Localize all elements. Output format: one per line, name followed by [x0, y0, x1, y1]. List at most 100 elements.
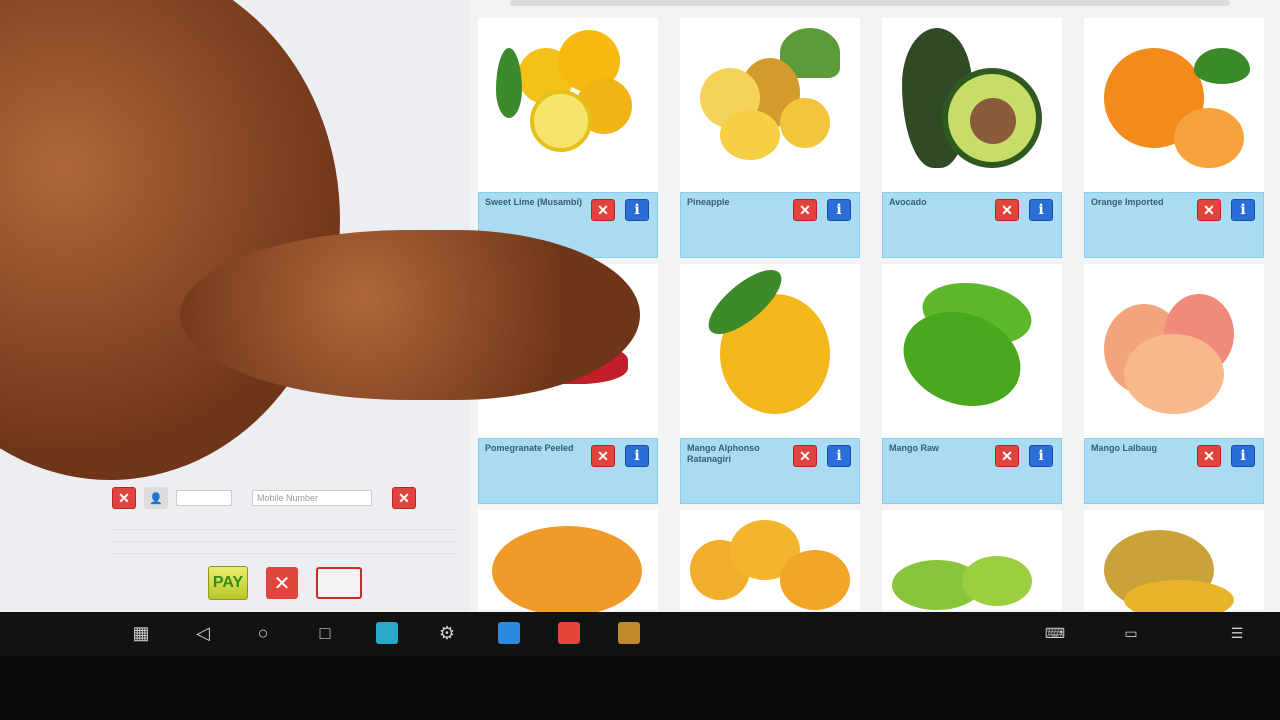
os-taskbar: ▦ ◁ ○ □ ⚙ ⌨ ▭ ☰ [0, 612, 1280, 656]
product-info-button[interactable]: i [1029, 199, 1053, 221]
hold-order-button[interactable] [316, 567, 362, 599]
back-icon[interactable]: ◁ [192, 622, 214, 644]
remove-product-button[interactable]: ✕ [1197, 199, 1221, 221]
remove-product-button[interactable]: ✕ [591, 445, 615, 467]
product-card[interactable]: Mango Lalbaug ✕ i [1084, 264, 1264, 504]
product-caption: Orange Imported ✕ i [1084, 192, 1264, 258]
apps-icon[interactable]: ▦ [130, 622, 152, 644]
close-icon: ✕ [1203, 447, 1215, 464]
device-bezel [0, 656, 1280, 720]
product-card[interactable] [882, 510, 1062, 610]
product-caption: Mango Raw ✕ i [882, 438, 1062, 504]
close-icon: ✕ [597, 447, 609, 464]
info-icon: i [1240, 448, 1246, 464]
pos-app-icon[interactable] [618, 622, 640, 644]
remove-product-button[interactable]: ✕ [995, 445, 1019, 467]
app-screen: ✕ 👤 Mobile Number ✕ PAY ✕ Sweet Lime (Mu… [0, 0, 1280, 612]
close-icon: ✕ [118, 489, 130, 506]
product-caption: Mango Alphonso Ratanagiri ✕ i [680, 438, 860, 504]
close-icon: ✕ [1001, 447, 1013, 464]
product-card[interactable]: Avocado ✕ i [882, 18, 1062, 258]
summary-row [114, 542, 454, 554]
product-info-button[interactable]: i [625, 445, 649, 467]
close-icon: ✕ [273, 572, 291, 595]
product-info-button[interactable]: i [1231, 199, 1255, 221]
remove-product-button[interactable]: ✕ [793, 199, 817, 221]
avocado-image [882, 18, 1062, 192]
notifications-icon[interactable]: ☰ [1226, 622, 1248, 644]
product-name: Avocado [889, 197, 927, 207]
product-card[interactable]: Pineapple ✕ i [680, 18, 860, 258]
info-icon: i [836, 448, 842, 464]
product-card[interactable] [680, 510, 860, 610]
remove-product-button[interactable]: ✕ [1197, 445, 1221, 467]
cancel-order-button[interactable]: ✕ [266, 567, 298, 599]
product-name: Pomegranate Peeled [485, 443, 574, 453]
top-scrollbar[interactable] [510, 0, 1230, 6]
product-info-button[interactable]: i [827, 199, 851, 221]
info-icon: i [1240, 202, 1246, 218]
pineapple-image [680, 18, 860, 192]
product-name: Pineapple [687, 197, 730, 207]
close-icon: ✕ [1203, 201, 1215, 218]
recents-icon[interactable]: □ [314, 622, 336, 644]
settings-icon[interactable]: ⚙ [436, 622, 458, 644]
product-caption: Pineapple ✕ i [680, 192, 860, 258]
orange-image [1084, 18, 1264, 192]
product-card[interactable]: Sweet Lime (Musambi) ✕ i [478, 18, 658, 258]
mango-raw-image [882, 264, 1062, 438]
product-caption: Mango Lalbaug ✕ i [1084, 438, 1264, 504]
close-icon: ✕ [1001, 201, 1013, 218]
close-icon: ✕ [398, 489, 410, 506]
remove-product-button[interactable]: ✕ [793, 445, 817, 467]
product-name: Mango Lalbaug [1091, 443, 1157, 453]
mango-alphonso-image [680, 259, 860, 438]
mango-image [882, 510, 1062, 610]
product-info-button[interactable]: i [1029, 445, 1053, 467]
sweet-lime-image [478, 18, 658, 192]
info-icon: i [634, 202, 640, 218]
product-card[interactable] [478, 510, 658, 612]
remove-product-button[interactable]: ✕ [995, 199, 1019, 221]
product-caption: Avocado ✕ i [882, 192, 1062, 258]
remove-customer-button[interactable]: ✕ [392, 487, 416, 509]
summary-row [114, 518, 454, 530]
info-icon: i [634, 448, 640, 464]
customer-field[interactable] [176, 490, 232, 506]
customer-icon[interactable]: 👤 [144, 487, 168, 509]
remove-product-button[interactable]: ✕ [591, 199, 615, 221]
keyboard-icon[interactable]: ⌨ [1044, 622, 1066, 644]
mango-image [680, 510, 860, 610]
product-name: Mango Alphonso Ratanagiri [687, 443, 760, 464]
close-icon: ✕ [597, 201, 609, 218]
product-card[interactable]: Mango Raw ✕ i [882, 264, 1062, 504]
mail-app-icon[interactable] [558, 622, 580, 644]
product-info-button[interactable]: i [1231, 445, 1255, 467]
close-icon: ✕ [799, 201, 811, 218]
mobile-number-field[interactable]: Mobile Number [252, 490, 372, 506]
battery-icon: ▭ [1124, 624, 1138, 641]
product-card[interactable] [1084, 510, 1264, 612]
product-card[interactable]: Mango Alphonso Ratanagiri ✕ i [680, 259, 860, 504]
home-icon[interactable]: ○ [252, 622, 274, 644]
mango-lalbaug-image [1084, 264, 1264, 438]
files-app-icon[interactable] [498, 622, 520, 644]
maps-app-icon[interactable] [376, 622, 398, 644]
finger-overlay [180, 230, 640, 400]
summary-row [114, 530, 454, 542]
cart-actions: PAY ✕ [208, 566, 362, 600]
pay-button[interactable]: PAY [208, 566, 248, 600]
product-info-button[interactable]: i [827, 445, 851, 467]
mango-image [1084, 510, 1264, 612]
product-info-button[interactable]: i [625, 199, 649, 221]
cart-summary [114, 518, 454, 554]
clear-cart-button[interactable]: ✕ [112, 487, 136, 509]
product-name: Sweet Lime (Musambi) [485, 197, 583, 207]
info-icon: i [836, 202, 842, 218]
product-caption: Pomegranate Peeled ✕ i [478, 438, 658, 504]
product-name: Orange Imported [1091, 197, 1164, 207]
info-icon: i [1038, 202, 1044, 218]
product-card[interactable]: Orange Imported ✕ i [1084, 18, 1264, 258]
mango-image [478, 510, 658, 612]
product-name: Mango Raw [889, 443, 940, 453]
